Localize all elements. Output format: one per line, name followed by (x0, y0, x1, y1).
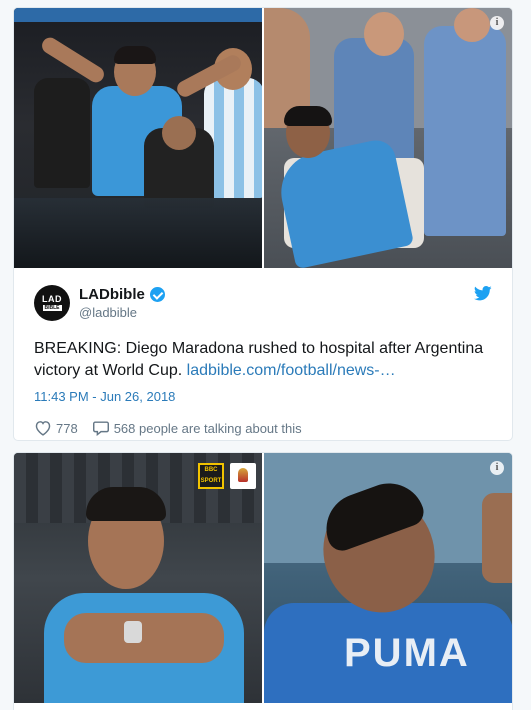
tweet-text: BREAKING: Diego Maradona rushed to hospi… (34, 340, 484, 379)
author-display-name[interactable]: LADbible (79, 286, 165, 303)
shirt-logo: PUMA (344, 631, 470, 675)
tweet-media-grid-2[interactable]: BBC SPORT PUMA i (14, 453, 512, 703)
info-icon[interactable]: i (490, 16, 504, 30)
article-link[interactable]: ladbible.com/football/news-… (187, 362, 396, 379)
tweet-media-grid[interactable]: i (14, 8, 512, 268)
heart-icon (35, 421, 51, 436)
embedded-tweet-card[interactable]: i LAD BIBLE LADbible @ladbible BREAKING:… (13, 7, 513, 441)
tweet-photo-crossed-arms[interactable]: BBC SPORT (14, 453, 262, 703)
tweet-photo-paramedics[interactable]: i (264, 8, 512, 268)
talking-count: 568 people are talking about this (113, 420, 302, 436)
tweet-timestamp[interactable]: 11:43 PM - Jun 26, 2018 (34, 389, 492, 404)
world-cup-logo (230, 463, 256, 489)
tweet-body: LAD BIBLE LADbible @ladbible BREAKING: D… (14, 268, 512, 436)
tweet-feed: i LAD BIBLE LADbible @ladbible BREAKING:… (0, 0, 531, 710)
tweet-photo-stadium[interactable] (14, 8, 262, 268)
tweet-actions: 778 568 people are talking about this (34, 420, 492, 436)
twitter-bird-icon[interactable] (474, 286, 492, 301)
tweet-header: LAD BIBLE LADbible @ladbible (34, 284, 492, 322)
author-info: LADbible @ladbible (79, 286, 165, 320)
tweet-photo-collapsed[interactable]: PUMA i (264, 453, 512, 703)
like-count: 778 (56, 420, 78, 436)
info-icon[interactable]: i (490, 461, 504, 475)
embedded-tweet-card-2[interactable]: BBC SPORT PUMA i (13, 452, 513, 710)
bbc-sport-logo: BBC SPORT (198, 463, 224, 489)
conversation-link[interactable]: 568 people are talking about this (92, 420, 302, 436)
author-handle[interactable]: @ladbible (79, 305, 165, 320)
avatar[interactable]: LAD BIBLE (34, 285, 70, 321)
verified-badge-icon (149, 287, 165, 302)
comment-bubble-icon (92, 421, 109, 436)
like-button[interactable]: 778 (34, 420, 78, 436)
